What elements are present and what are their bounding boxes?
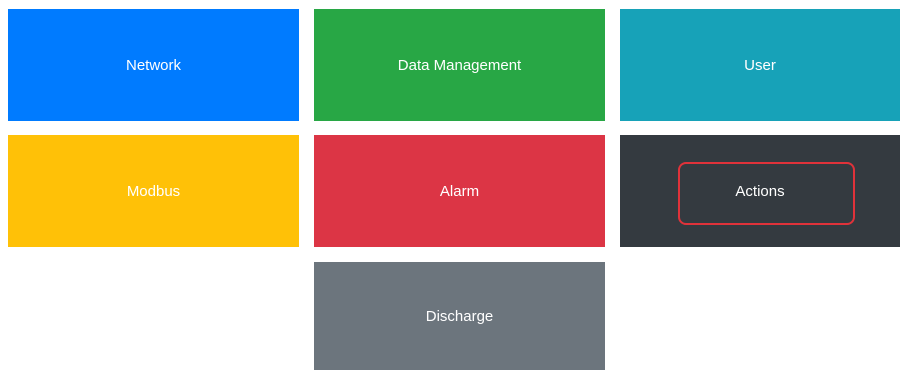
discharge-tile-label: Discharge: [425, 307, 494, 325]
network-tile-label: Network: [125, 56, 181, 74]
discharge-tile-button[interactable]: Discharge: [314, 262, 605, 370]
actions-tile-label: Actions: [735, 182, 785, 200]
alarm-tile-button[interactable]: Alarm: [314, 135, 605, 247]
alarm-tile-label: Alarm: [439, 182, 480, 200]
modbus-tile-label: Modbus: [126, 182, 181, 200]
user-tile-label: User: [744, 56, 776, 74]
modbus-tile-button[interactable]: Modbus: [8, 135, 299, 247]
actions-tile-button[interactable]: Actions: [620, 135, 900, 247]
network-tile-button[interactable]: Network: [8, 9, 299, 121]
data-management-tile-label: Data Management: [397, 56, 522, 74]
data-management-tile-button[interactable]: Data Management: [314, 9, 605, 121]
user-tile-button[interactable]: User: [620, 9, 900, 121]
